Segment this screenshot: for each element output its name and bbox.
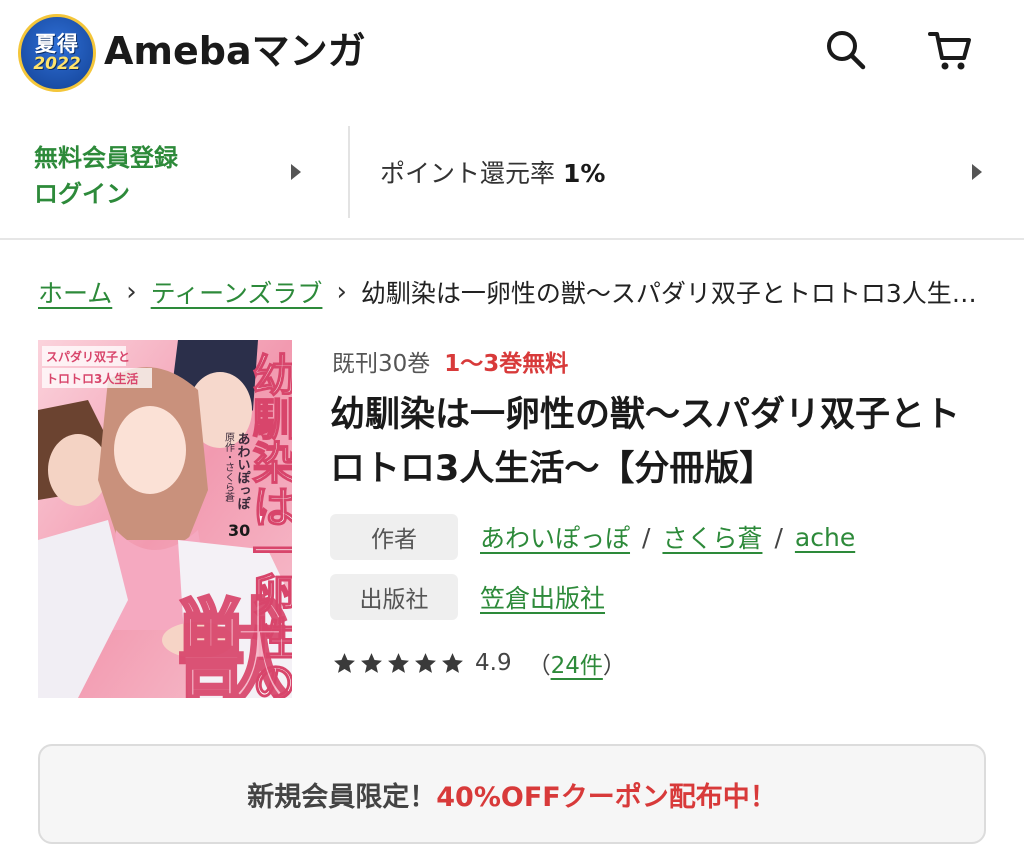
cover-author: あわいぽっぽ: [235, 432, 251, 510]
cover-tagline-2: トロトロ3人生活: [46, 371, 138, 386]
publisher-label: 出版社: [330, 574, 458, 620]
point-rate-link[interactable]: ポイント還元率 1%: [350, 118, 1024, 222]
author-separator: /: [642, 522, 651, 552]
point-label: ポイント還元率: [380, 159, 556, 188]
badge-year-text: 2022: [33, 54, 81, 74]
rating-value: 4.9: [475, 650, 512, 676]
chevron-right-icon: ›: [336, 277, 347, 307]
star-icon: [388, 652, 409, 673]
cover-original: 原作・さくら蒼: [223, 432, 235, 502]
book-title: 幼馴染は一卵性の獣〜スパダリ双子とトロトロ3人生活〜【分冊版】: [330, 395, 961, 489]
publisher-links: 笠倉出版社: [480, 579, 605, 615]
breadcrumb-home[interactable]: ホーム: [38, 274, 112, 310]
search-button[interactable]: [820, 24, 872, 76]
summer-campaign-badge[interactable]: 夏得 2022: [18, 14, 96, 92]
publisher-link[interactable]: 笠倉出版社: [480, 579, 605, 615]
author-link-1[interactable]: あわいぽっぽ: [480, 519, 630, 555]
author-row: 作者 あわいぽっぽ / さくら蒼 / ache: [330, 514, 855, 560]
breadcrumb: ホーム › ティーンズラブ › 幼馴染は一卵性の獣〜スパダリ双子とトロトロ3人生…: [38, 272, 988, 312]
free-volumes-badge: 1〜3巻無料: [444, 351, 569, 377]
cover-title-beast: 獣: [178, 587, 288, 698]
author-links: あわいぽっぽ / さくら蒼 / ache: [480, 519, 855, 555]
cart-button[interactable]: [924, 24, 976, 76]
section-divider: [0, 238, 1024, 240]
coupon-prefix: 新規会員限定！: [247, 781, 437, 813]
rating-row: 4.9 （24件）: [332, 646, 626, 680]
star-icon: [415, 652, 436, 673]
star-icon: [361, 652, 382, 673]
search-icon: [827, 31, 866, 70]
member-bar: 無料会員登録 ログイン ポイント還元率 1%: [0, 118, 1024, 222]
published-count: 既刊30巻: [332, 351, 431, 377]
point-value: 1%: [562, 159, 606, 188]
login-label: ログイン: [34, 180, 130, 208]
breadcrumb-category[interactable]: ティーンズラブ: [151, 274, 323, 310]
coupon-banner[interactable]: 新規会員限定！ 40%OFFクーポン配布中！: [38, 744, 986, 844]
point-rate-text: ポイント還元率 1%: [380, 154, 605, 190]
badge-top-text: 夏得: [35, 32, 79, 56]
rating-stars: [332, 651, 467, 676]
book-cover[interactable]: スパダリ双子と トロトロ3人生活 幼馴染は一卵性の あわいぽっぽ 原作・さくら蒼…: [38, 340, 292, 698]
review-paren-open: （: [527, 653, 551, 679]
chevron-right-icon: [972, 164, 982, 180]
coupon-highlight: 40%OFFクーポン配布中！: [436, 781, 777, 813]
register-login-link[interactable]: 無料会員登録 ログイン: [0, 118, 348, 222]
chevron-right-icon: ›: [126, 277, 137, 307]
book-meta: 既刊30巻 1〜3巻無料: [332, 344, 568, 378]
author-link-3[interactable]: ache: [795, 523, 855, 552]
review-count: （24件）: [528, 646, 626, 680]
cart-icon: [928, 32, 971, 70]
author-link-2[interactable]: さくら蒼: [662, 519, 762, 555]
review-paren-close: ）: [602, 653, 626, 679]
brand-logo[interactable]: Amebaマンガ: [104, 28, 366, 74]
star-icon: [442, 652, 463, 673]
cover-tagline-1: スパダリ双子と: [46, 349, 130, 364]
app-header: 夏得 2022 Amebaマンガ: [0, 0, 1024, 104]
register-label: 無料会員登録: [34, 144, 178, 172]
breadcrumb-current: 幼馴染は一卵性の獣〜スパダリ双子とトロトロ3人生活〜【分冊版】: [360, 279, 988, 308]
chevron-right-icon: [291, 164, 301, 180]
cover-volume: 30: [228, 521, 250, 540]
publisher-row: 出版社 笠倉出版社: [330, 574, 605, 620]
author-separator: /: [774, 522, 783, 552]
author-label: 作者: [330, 514, 458, 560]
cover-art: スパダリ双子と トロトロ3人生活 幼馴染は一卵性の あわいぽっぽ 原作・さくら蒼…: [38, 340, 292, 698]
star-icon: [334, 652, 355, 673]
review-link[interactable]: 24件: [551, 653, 603, 679]
